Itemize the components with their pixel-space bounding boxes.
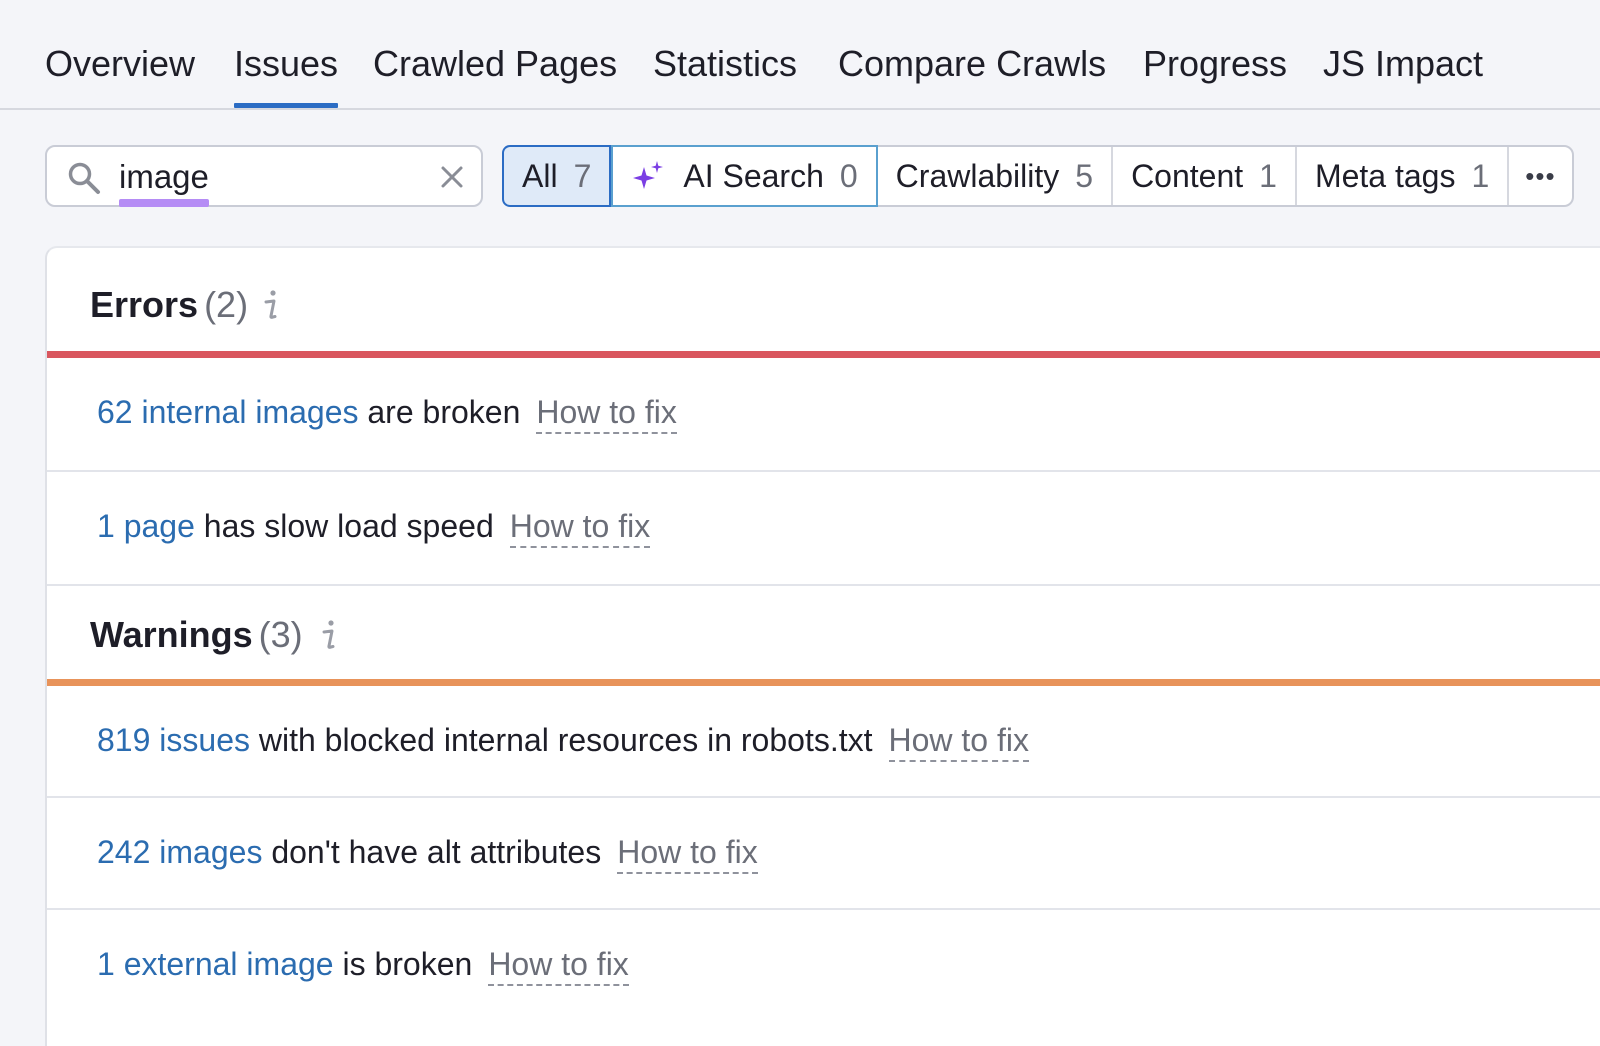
info-icon[interactable] bbox=[319, 618, 339, 652]
filter-meta-tags[interactable]: Meta tags 1 bbox=[1297, 147, 1510, 205]
issue-text: 62 internal images are broken How to fix bbox=[97, 394, 677, 434]
issue-link[interactable]: 62 internal images bbox=[97, 394, 358, 430]
filter-count: 5 bbox=[1075, 157, 1094, 194]
filter-count: 0 bbox=[839, 157, 858, 194]
filter-label: All bbox=[522, 157, 558, 194]
filter-label: AI Search bbox=[683, 157, 824, 194]
errors-title: Errors (2) bbox=[90, 284, 248, 326]
filter-crawlability[interactable]: Crawlability 5 bbox=[878, 147, 1114, 205]
search-highlight bbox=[119, 199, 209, 207]
filter-count: 1 bbox=[1471, 157, 1490, 194]
how-to-fix-link[interactable]: How to fix bbox=[488, 946, 629, 986]
how-to-fix-link[interactable]: How to fix bbox=[888, 722, 1029, 762]
issue-row: 242 images don't have alt attributes How … bbox=[47, 798, 1600, 910]
issue-row: 62 internal images are broken How to fix bbox=[47, 358, 1600, 472]
category-filters: All 7 AI Search 0 Crawlability 5 Content… bbox=[502, 145, 1574, 207]
warnings-header: Warnings (3) bbox=[47, 586, 1600, 686]
issue-text: 242 images don't have alt attributes How … bbox=[97, 834, 758, 874]
nav-tabs: Overview Issues Crawled Pages Statistics… bbox=[0, 0, 1600, 110]
filter-ai-search[interactable]: AI Search 0 bbox=[611, 145, 878, 207]
filter-all[interactable]: All 7 bbox=[502, 145, 612, 207]
issue-text: 1 external image is broken How to fix bbox=[97, 946, 629, 986]
warnings-count: (3) bbox=[258, 614, 303, 655]
filter-label: Content bbox=[1131, 157, 1244, 194]
issue-link[interactable]: 1 external image bbox=[97, 946, 334, 982]
issue-description: is broken bbox=[333, 946, 473, 982]
sparkle-icon bbox=[633, 161, 664, 189]
filter-label: Crawlability bbox=[895, 157, 1060, 194]
issue-link[interactable]: 1 page bbox=[97, 508, 195, 544]
errors-severity-bar bbox=[47, 351, 1600, 358]
errors-count: (2) bbox=[204, 284, 249, 325]
filter-content[interactable]: Content 1 bbox=[1113, 147, 1297, 205]
warnings-label: Warnings bbox=[90, 614, 253, 655]
how-to-fix-link[interactable]: How to fix bbox=[617, 834, 758, 874]
tab-compare-crawls[interactable]: Compare Crawls bbox=[838, 42, 1106, 86]
how-to-fix-link[interactable]: How to fix bbox=[509, 508, 651, 548]
filter-count: 1 bbox=[1259, 157, 1277, 194]
filter-label: Meta tags bbox=[1314, 157, 1456, 194]
issue-description: has slow load speed bbox=[194, 508, 494, 544]
issue-link[interactable]: 242 images bbox=[97, 834, 262, 870]
issue-row: 1 external image is broken How to fix bbox=[47, 910, 1600, 1022]
tab-progress[interactable]: Progress bbox=[1143, 42, 1287, 86]
search-input[interactable] bbox=[119, 155, 409, 199]
tab-statistics[interactable]: Statistics bbox=[653, 42, 797, 86]
tab-issues[interactable]: Issues bbox=[234, 42, 339, 108]
warnings-title: Warnings (3) bbox=[90, 614, 303, 656]
tab-js-impact[interactable]: JS Impact bbox=[1323, 42, 1483, 86]
issue-link[interactable]: 819 issues bbox=[97, 722, 250, 758]
search-icon bbox=[68, 162, 100, 194]
how-to-fix-link[interactable]: How to fix bbox=[536, 394, 677, 434]
issue-description: are broken bbox=[358, 394, 521, 430]
issues-card: Errors (2) 62 internal images are broken H… bbox=[45, 246, 1600, 1046]
tab-overview[interactable]: Overview bbox=[45, 42, 195, 86]
issue-text: 819 issues with blocked internal resourc… bbox=[97, 722, 1029, 762]
issue-text: 1 page has slow load speed How to fix bbox=[97, 508, 651, 548]
issue-description: don't have alt attributes bbox=[262, 834, 602, 870]
issue-description: with blocked internal resources in robot… bbox=[249, 722, 873, 758]
issue-row: 1 page has slow load speed How to fix bbox=[47, 472, 1600, 586]
issue-row: 819 issues with blocked internal resourc… bbox=[47, 686, 1600, 798]
more-filters-button[interactable]: ••• bbox=[1509, 147, 1571, 205]
filter-count: 7 bbox=[573, 157, 592, 194]
errors-header: Errors (2) bbox=[47, 248, 1600, 358]
info-icon[interactable] bbox=[261, 288, 281, 322]
issue-search bbox=[45, 145, 483, 207]
more-icon: ••• bbox=[1525, 160, 1556, 191]
close-icon[interactable] bbox=[439, 164, 465, 190]
tab-crawled-pages[interactable]: Crawled Pages bbox=[373, 42, 617, 86]
warnings-severity-bar bbox=[47, 679, 1600, 686]
errors-label: Errors bbox=[90, 284, 199, 325]
